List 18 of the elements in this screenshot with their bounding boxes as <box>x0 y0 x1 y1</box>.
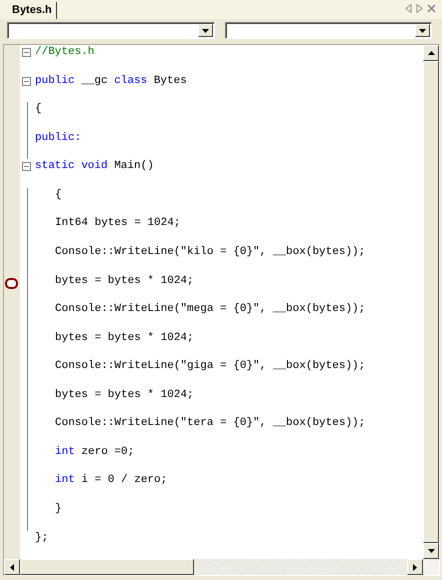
code-line: { <box>35 102 42 116</box>
code-line: static void Main() <box>35 159 154 174</box>
code-line: Console::WriteLine("tera = {0}", __box(bytes)); <box>54 416 366 430</box>
code-line: bytes = bytes * 1024; <box>54 274 194 288</box>
code-line: }; <box>35 530 48 545</box>
code-line: Console::WriteLine("kilo = {0}", __box(bytes)); <box>54 244 366 259</box>
code-line: bytes = bytes * 1024; <box>54 388 194 402</box>
code-line: int i = 0 / zero; <box>54 473 168 488</box>
code-line: Int64 bytes = 1024; <box>54 216 180 230</box>
code-line: } <box>54 502 62 516</box>
code-line: int zero =0; <box>54 444 134 459</box>
code-line: { <box>54 188 62 202</box>
code-line: Console::WriteLine("giga = {0}", __box(bytes)); <box>54 359 366 374</box>
code-line: public: <box>35 130 82 145</box>
code-line: bytes = bytes * 1024; <box>54 330 194 345</box>
code-line: //Bytes.h <box>35 45 94 59</box>
code-line: Console::WriteLine("mega = {0}", __box(bytes)); <box>54 302 366 316</box>
code-line: public __gc class Bytes <box>35 74 187 88</box>
